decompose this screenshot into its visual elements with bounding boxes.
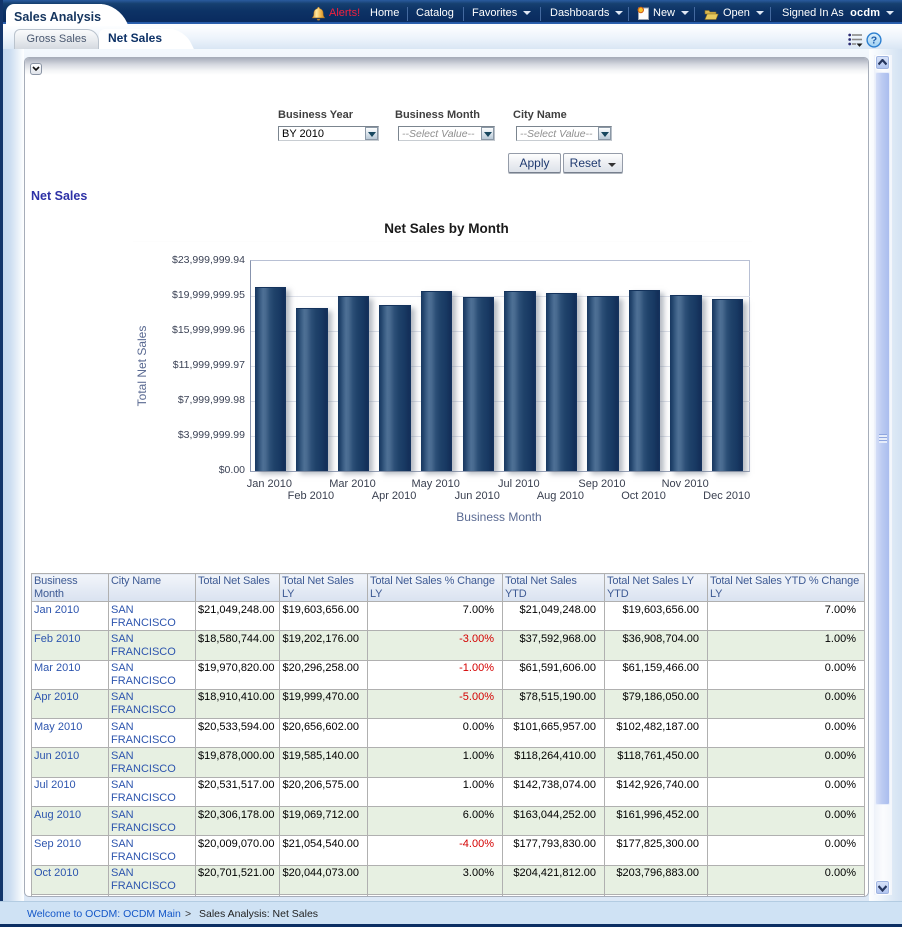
svg-text:?: ? [871, 35, 877, 47]
